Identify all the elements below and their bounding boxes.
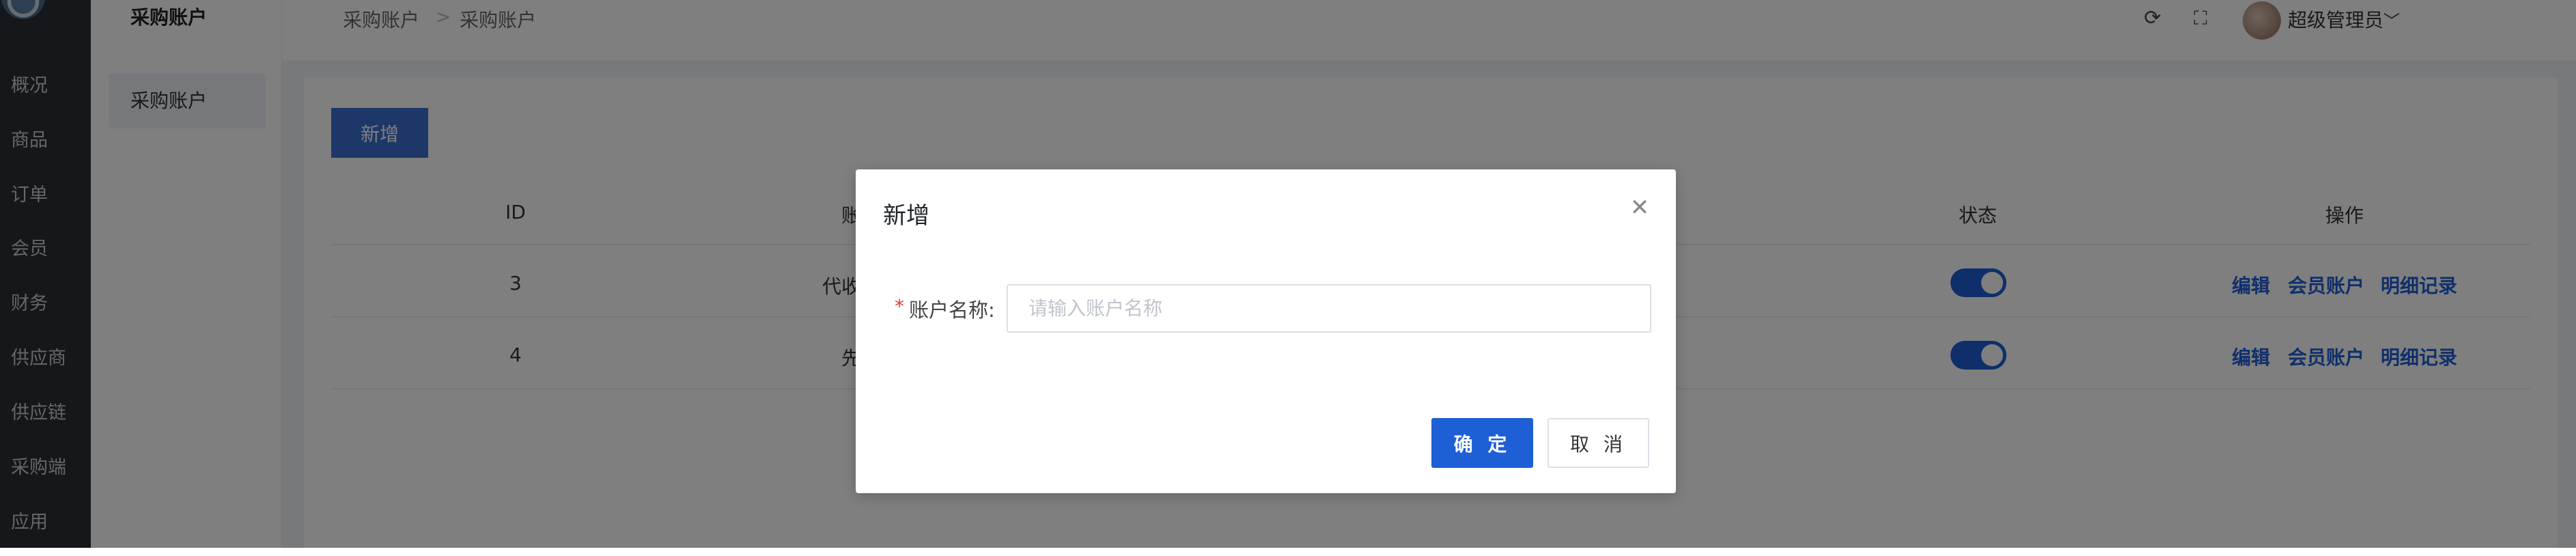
required-mark: *	[895, 295, 904, 318]
confirm-button[interactable]: 确 定	[1431, 418, 1533, 468]
close-icon[interactable]: ✕	[1626, 194, 1653, 221]
add-account-dialog: 新增 ✕ * 账户名称: 确 定 取 消	[856, 169, 1676, 493]
account-name-label: 账户名称:	[909, 298, 995, 322]
dialog-title: 新增	[883, 202, 929, 230]
cancel-button[interactable]: 取 消	[1548, 418, 1649, 468]
account-name-input[interactable]	[1007, 284, 1651, 333]
